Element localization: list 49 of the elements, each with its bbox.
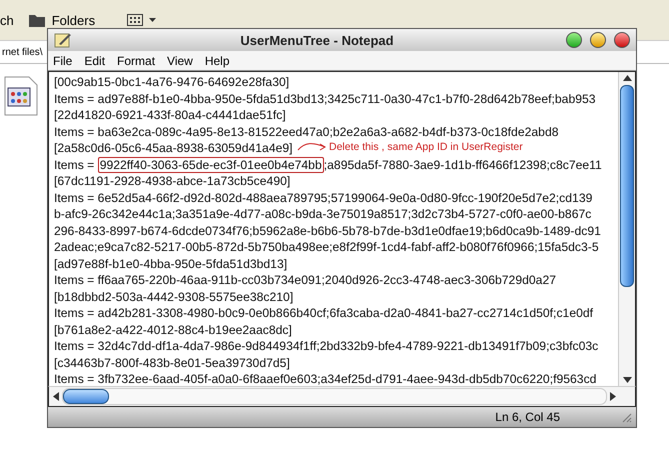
resize-grip-icon[interactable] xyxy=(620,411,632,423)
text-line: [b761a8e2-a422-4012-88c4-b19ee2aac8dc] xyxy=(54,322,292,338)
text-line: [67dc1191-2928-4938-abce-1a73cb5ce490] xyxy=(54,173,290,190)
minimize-button[interactable] xyxy=(566,32,582,48)
down-arrow-icon[interactable] xyxy=(622,377,632,383)
document-icon xyxy=(4,76,38,116)
text-line: Items = xyxy=(54,158,96,172)
caret-icon xyxy=(149,18,156,22)
text-line: Items = ff6aa765-220b-46aa-911b-cc03b734e091;2040d926-2cc3-4748-aec3-306b729d0a27 xyxy=(54,272,556,288)
text-line: ;a895da5f-7880-3ae9-1d1b-ff6466f12398;c8c7ee11 xyxy=(324,158,602,172)
grid-icon xyxy=(127,14,144,26)
text-line: Items = 3fb732ee-6aad-405f-a0a0-6f8aaef0e603;a34ef25d-d791-4aee-943d-db5db70c6220;f9563cd xyxy=(54,371,596,386)
text-line: Items = ad97e88f-b1e0-4bba-950e-5fda51d3bd13;3425c711-0a30-47c1-b7f0-28d642b78eef;bab953 xyxy=(54,90,596,107)
text-line: Items = ad42b281-3308-4980-b0c9-0e0b866b40cf;6fa3caba-d2a0-4841-ba27-cc2714c1d50f;c1e0df xyxy=(54,305,594,322)
up-arrow-icon[interactable] xyxy=(622,75,632,81)
text-line: [00c9ab15-0bc1-4a76-9476-64692e28fa30] xyxy=(54,74,290,90)
text-line: [ad97e88f-b1e0-4bba-950e-5fda51d3bd13] xyxy=(54,256,288,272)
menu-item[interactable]: View xyxy=(167,54,193,68)
left-arrow-icon[interactable] xyxy=(53,392,59,401)
notepad-icon xyxy=(54,32,72,48)
horizontal-scrollbar[interactable] xyxy=(48,386,636,407)
text-line: [2a58c0d6-05c6-45aa-8938-63059d41a4e9] xyxy=(54,140,293,156)
scrollbar-thumb[interactable] xyxy=(63,389,109,404)
scrollbar-thumb[interactable] xyxy=(620,85,634,287)
cursor-position: Ln 6, Col 45 xyxy=(495,410,560,424)
text-line: Items = 32d4c7dd-df1a-4da7-986e-9d844934f1ff;2bd332b9-bfe4-4789-9221-db13491f7b09;c3bfc03c xyxy=(54,338,598,354)
text-line: 296-8433-8997-b674-6dcde0734f76;b5962a8e-b6b6-5b78-b7de-b3d1e0dfae19;b6d0ca9b-1489-dc91 xyxy=(54,222,601,239)
annotation-text: Delete this , same App ID in UserRegister xyxy=(329,140,523,155)
text-line: Items = ba63e2ca-089c-4a95-8e13-81522eed47a0;b2e2a6a3-a682-b4df-b373-0c18fde2abd8 xyxy=(54,124,559,140)
right-arrow-icon[interactable] xyxy=(610,392,616,401)
text-line: [22d41820-6921-433f-80a4-c4441dae51fc] xyxy=(54,107,286,124)
address-text: rnet files\ xyxy=(2,46,43,58)
close-button[interactable] xyxy=(614,32,630,48)
vertical-scrollbar[interactable] xyxy=(618,72,635,386)
highlighted-id: 9922ff40-3063-65de-ec3f-01ee0b4e74bb xyxy=(98,156,324,172)
text-line: 2adeac;e9ca7c82-5217-00b5-872d-5b750ba498ee;e8f2f99f-1cd4-fabf-aff2-b080f76f0966;15fa5dc3-5 xyxy=(54,239,599,256)
text-line: [c34463b7-800f-483b-8e01-5ea39730d7d5] xyxy=(54,354,290,371)
window-title: UserMenuTree - Notepad xyxy=(239,32,395,48)
text-line: Items = 6e52d5a4-66f2-d92d-802d-488aea789795;57199064-9e0a-0d80-9fcc-190f20e5d7e2;cd139 xyxy=(54,190,592,206)
search-button-label[interactable]: ch xyxy=(0,12,14,28)
menu-item[interactable]: File xyxy=(53,54,72,68)
text-line: [b18dbbd2-503a-4442-9308-5575ee38c210] xyxy=(54,288,294,305)
maximize-button[interactable] xyxy=(590,32,606,48)
folder-icon xyxy=(28,12,46,28)
menu-item[interactable]: Format xyxy=(117,54,156,68)
menu-item[interactable]: Help xyxy=(204,54,230,68)
menu-item[interactable]: Edit xyxy=(84,54,106,68)
text-line: b-afc9-26c342e44c1a;3a351a9e-4d77-a08c-b9da-3e75019a8517;3d2c73b4-5727-c0f0-ae00-b867c xyxy=(54,206,592,222)
folders-button[interactable]: Folders xyxy=(24,10,100,30)
